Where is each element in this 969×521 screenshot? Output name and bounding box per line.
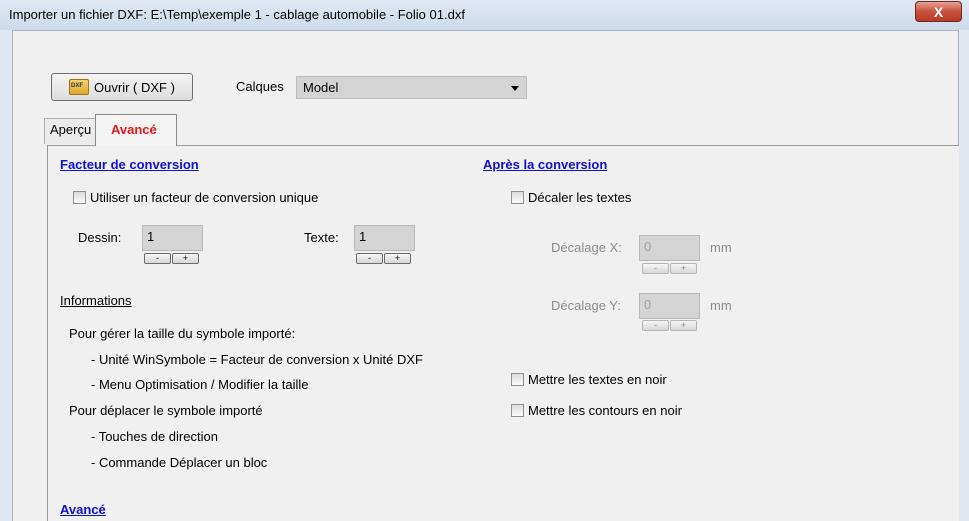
info-line: - Menu Optimisation / Modifier la taille: [91, 377, 309, 392]
unique-factor-checkbox[interactable]: Utiliser un facteur de conversion unique: [73, 190, 318, 205]
after-conversion-heading[interactable]: Après la conversion: [483, 157, 607, 172]
conversion-heading[interactable]: Facteur de conversion: [60, 157, 199, 172]
unique-factor-label: Utiliser un facteur de conversion unique: [90, 190, 319, 205]
offset-y-label: Décalage Y:: [551, 298, 621, 313]
info-line: - Touches de direction: [91, 429, 218, 444]
black-outlines-checkbox[interactable]: Mettre les contours en noir: [511, 403, 682, 418]
title-bar: Importer un fichier DXF: E:\Temp\exemple…: [0, 0, 969, 31]
offset-x-label: Décalage X:: [551, 240, 622, 255]
open-dxf-label: Ouvrir ( DXF ): [94, 79, 175, 95]
drawing-factor-input[interactable]: 1: [142, 225, 203, 251]
info-line: - Commande Déplacer un bloc: [91, 455, 268, 470]
informations-heading: Informations: [60, 293, 132, 308]
offset-y-decrement-button[interactable]: -: [642, 320, 669, 331]
text-decrement-button[interactable]: -: [356, 253, 383, 264]
offset-x-increment-button[interactable]: +: [670, 263, 697, 274]
offset-x-input[interactable]: 0: [639, 235, 700, 261]
shift-texts-box[interactable]: [511, 191, 524, 204]
info-line: Pour déplacer le symbole importé: [69, 403, 263, 418]
open-dxf-button[interactable]: DXF Ouvrir ( DXF ): [51, 73, 193, 101]
unique-factor-box[interactable]: [73, 191, 86, 204]
drawing-decrement-button[interactable]: -: [144, 253, 171, 264]
offset-x-decrement-button[interactable]: -: [642, 263, 669, 274]
offset-x-unit: mm: [710, 240, 732, 255]
offset-y-increment-button[interactable]: +: [670, 320, 697, 331]
black-texts-box[interactable]: [511, 373, 524, 386]
advanced-heading[interactable]: Avancé: [60, 502, 106, 517]
tab-apercu[interactable]: Aperçu: [44, 118, 96, 144]
dxf-file-icon: DXF: [69, 79, 90, 95]
black-outlines-label: Mettre les contours en noir: [528, 403, 682, 418]
layers-label: Calques: [236, 79, 284, 94]
window-left-border: [0, 30, 13, 521]
black-texts-checkbox[interactable]: Mettre les textes en noir: [511, 372, 667, 387]
text-stepper: - +: [356, 253, 411, 264]
drawing-label: Dessin:: [78, 230, 122, 245]
offset-y-input[interactable]: 0: [639, 293, 700, 319]
window-title: Importer un fichier DXF: E:\Temp\exemple…: [9, 7, 465, 22]
black-outlines-box[interactable]: [511, 404, 524, 417]
close-button[interactable]: X: [915, 1, 962, 22]
text-factor-input[interactable]: 1: [354, 225, 415, 251]
info-line: - Unité WinSymbole = Facteur de conversi…: [91, 352, 423, 367]
layers-dropdown[interactable]: Model: [296, 76, 527, 99]
chevron-down-icon[interactable]: [511, 86, 519, 91]
offset-y-unit: mm: [710, 298, 732, 313]
text-label: Texte:: [304, 230, 339, 245]
layers-selected-value: Model: [303, 80, 339, 95]
window-right-border: [958, 30, 969, 521]
text-increment-button[interactable]: +: [384, 253, 411, 264]
black-texts-label: Mettre les textes en noir: [528, 372, 667, 387]
drawing-stepper: - +: [144, 253, 199, 264]
shift-texts-label: Décaler les textes: [528, 190, 632, 205]
info-line: Pour gérer la taille du symbole importé:: [69, 326, 296, 341]
drawing-increment-button[interactable]: +: [172, 253, 199, 264]
offset-x-stepper: - +: [642, 263, 697, 274]
offset-y-stepper: - +: [642, 320, 697, 331]
shift-texts-checkbox[interactable]: Décaler les textes: [511, 190, 631, 205]
tab-avance[interactable]: Avancé: [95, 114, 177, 146]
